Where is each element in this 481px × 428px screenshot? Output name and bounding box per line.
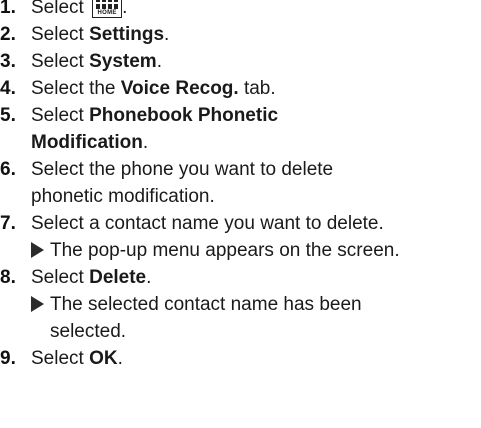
step-number: 4. bbox=[0, 78, 16, 99]
result-text: The selected contact name has been bbox=[50, 294, 362, 315]
home-icon-label: HOME bbox=[97, 10, 117, 16]
step-number: 8. bbox=[0, 267, 16, 288]
step-text: Select bbox=[31, 348, 90, 369]
settings-label: Settings bbox=[89, 24, 165, 45]
step-text: Select bbox=[31, 24, 90, 45]
step-text: Select bbox=[31, 51, 90, 72]
step-text: Select bbox=[31, 0, 90, 18]
step-number: 2. bbox=[0, 24, 16, 45]
step-number: 6. bbox=[0, 159, 16, 180]
step-text: Select the phone you want to delete bbox=[31, 159, 334, 180]
home-icon: HOME bbox=[92, 0, 123, 18]
step-5-continuation: Modification. bbox=[31, 132, 149, 153]
step-text: Select bbox=[31, 267, 90, 288]
step-text: Select the bbox=[31, 78, 121, 99]
step-number: 7. bbox=[0, 213, 16, 234]
step-8-result-continuation: selected. bbox=[50, 321, 127, 342]
triangle-arrow-icon bbox=[31, 242, 44, 258]
step-text: Select bbox=[31, 105, 90, 126]
phonebook-phonetic-label: Phonebook Phonetic bbox=[89, 105, 279, 126]
step-6-continuation: phonetic modification. bbox=[31, 186, 215, 207]
step-7-result: The pop-up menu appears on the screen. bbox=[31, 237, 400, 264]
ok-label: OK bbox=[89, 348, 118, 369]
step-number: 5. bbox=[0, 105, 16, 126]
step-number: 9. bbox=[0, 348, 16, 369]
step-8-result: The selected contact name has been bbox=[31, 291, 362, 318]
step-text: Select a contact name you want to delete… bbox=[31, 213, 384, 234]
result-text: The pop-up menu appears on the screen. bbox=[50, 240, 400, 261]
triangle-arrow-icon bbox=[31, 296, 44, 312]
step-number: 3. bbox=[0, 51, 16, 72]
modification-label: Modification bbox=[31, 132, 143, 153]
instruction-list: 1. Select HOME. 2. Select Settings. 3. S… bbox=[0, 0, 481, 428]
system-label: System bbox=[89, 51, 157, 72]
delete-label: Delete bbox=[89, 267, 147, 288]
voice-recog-tab-label: Voice Recog. bbox=[120, 78, 239, 99]
step-number: 1. bbox=[0, 0, 16, 18]
